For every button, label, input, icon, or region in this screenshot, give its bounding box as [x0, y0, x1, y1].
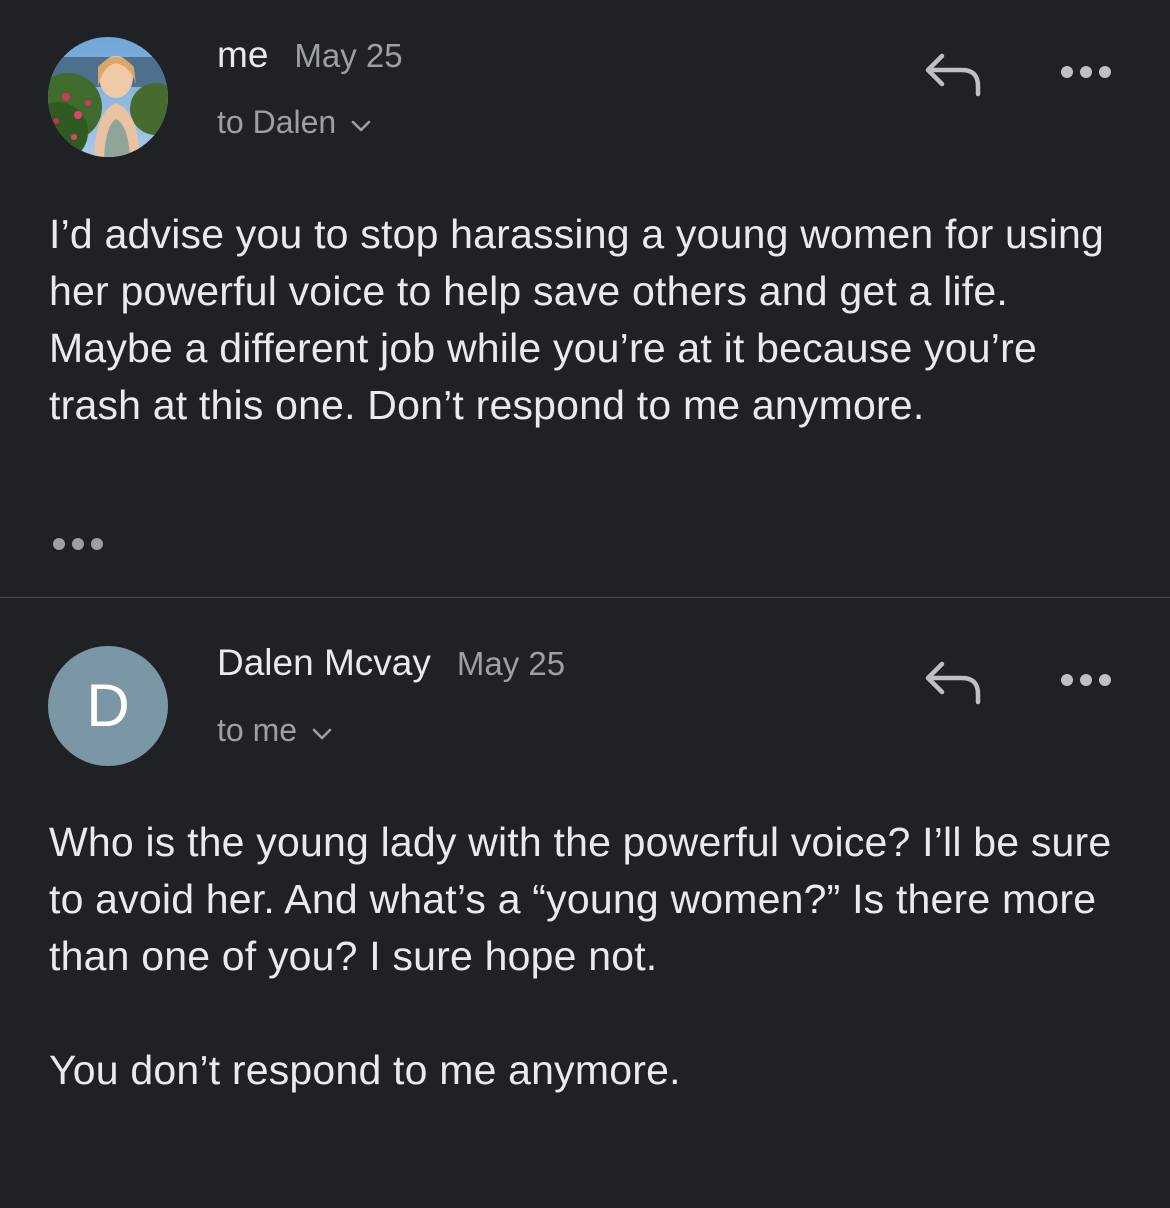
chevron-down-icon — [312, 728, 332, 739]
more-options-icon — [1061, 66, 1111, 78]
avatar[interactable] — [48, 37, 168, 157]
recipient-label: to Dalen — [217, 104, 337, 140]
message-date: May 25 — [294, 37, 403, 74]
reply-icon — [925, 53, 981, 97]
profile-photo — [48, 37, 168, 157]
reply-icon — [925, 661, 981, 705]
chevron-down-icon — [351, 120, 371, 131]
sender-name: Dalen Mcvay — [217, 642, 431, 683]
sender-row: me May 25 — [217, 34, 403, 76]
avatar[interactable]: D — [48, 646, 168, 766]
recipient-label: to me — [217, 712, 298, 748]
message-body: I’d advise you to stop harassing a young… — [49, 211, 1116, 428]
email-message: D Dalen Mcvay May 25 to me Who is the yo… — [0, 598, 1170, 1208]
show-trimmed-content-icon — [53, 538, 103, 550]
recipient-details-toggle[interactable]: to me — [217, 712, 333, 749]
more-options-button[interactable] — [1058, 62, 1114, 82]
message-date: May 25 — [456, 645, 566, 682]
message-body: Who is the young lady with the powerful … — [49, 819, 1112, 1093]
sender-name: me — [217, 34, 269, 75]
more-options-button[interactable] — [1058, 670, 1114, 690]
show-trimmed-content-button[interactable] — [50, 534, 106, 554]
reply-button[interactable] — [922, 658, 986, 706]
more-options-icon — [1061, 674, 1111, 686]
reply-button[interactable] — [922, 50, 986, 98]
sender-row: Dalen Mcvay May 25 — [217, 642, 565, 684]
recipient-details-toggle[interactable]: to Dalen — [217, 104, 372, 141]
email-message: me May 25 to Dalen I’d advise you to sto… — [0, 0, 1170, 597]
avatar-letter: D — [86, 672, 130, 739]
